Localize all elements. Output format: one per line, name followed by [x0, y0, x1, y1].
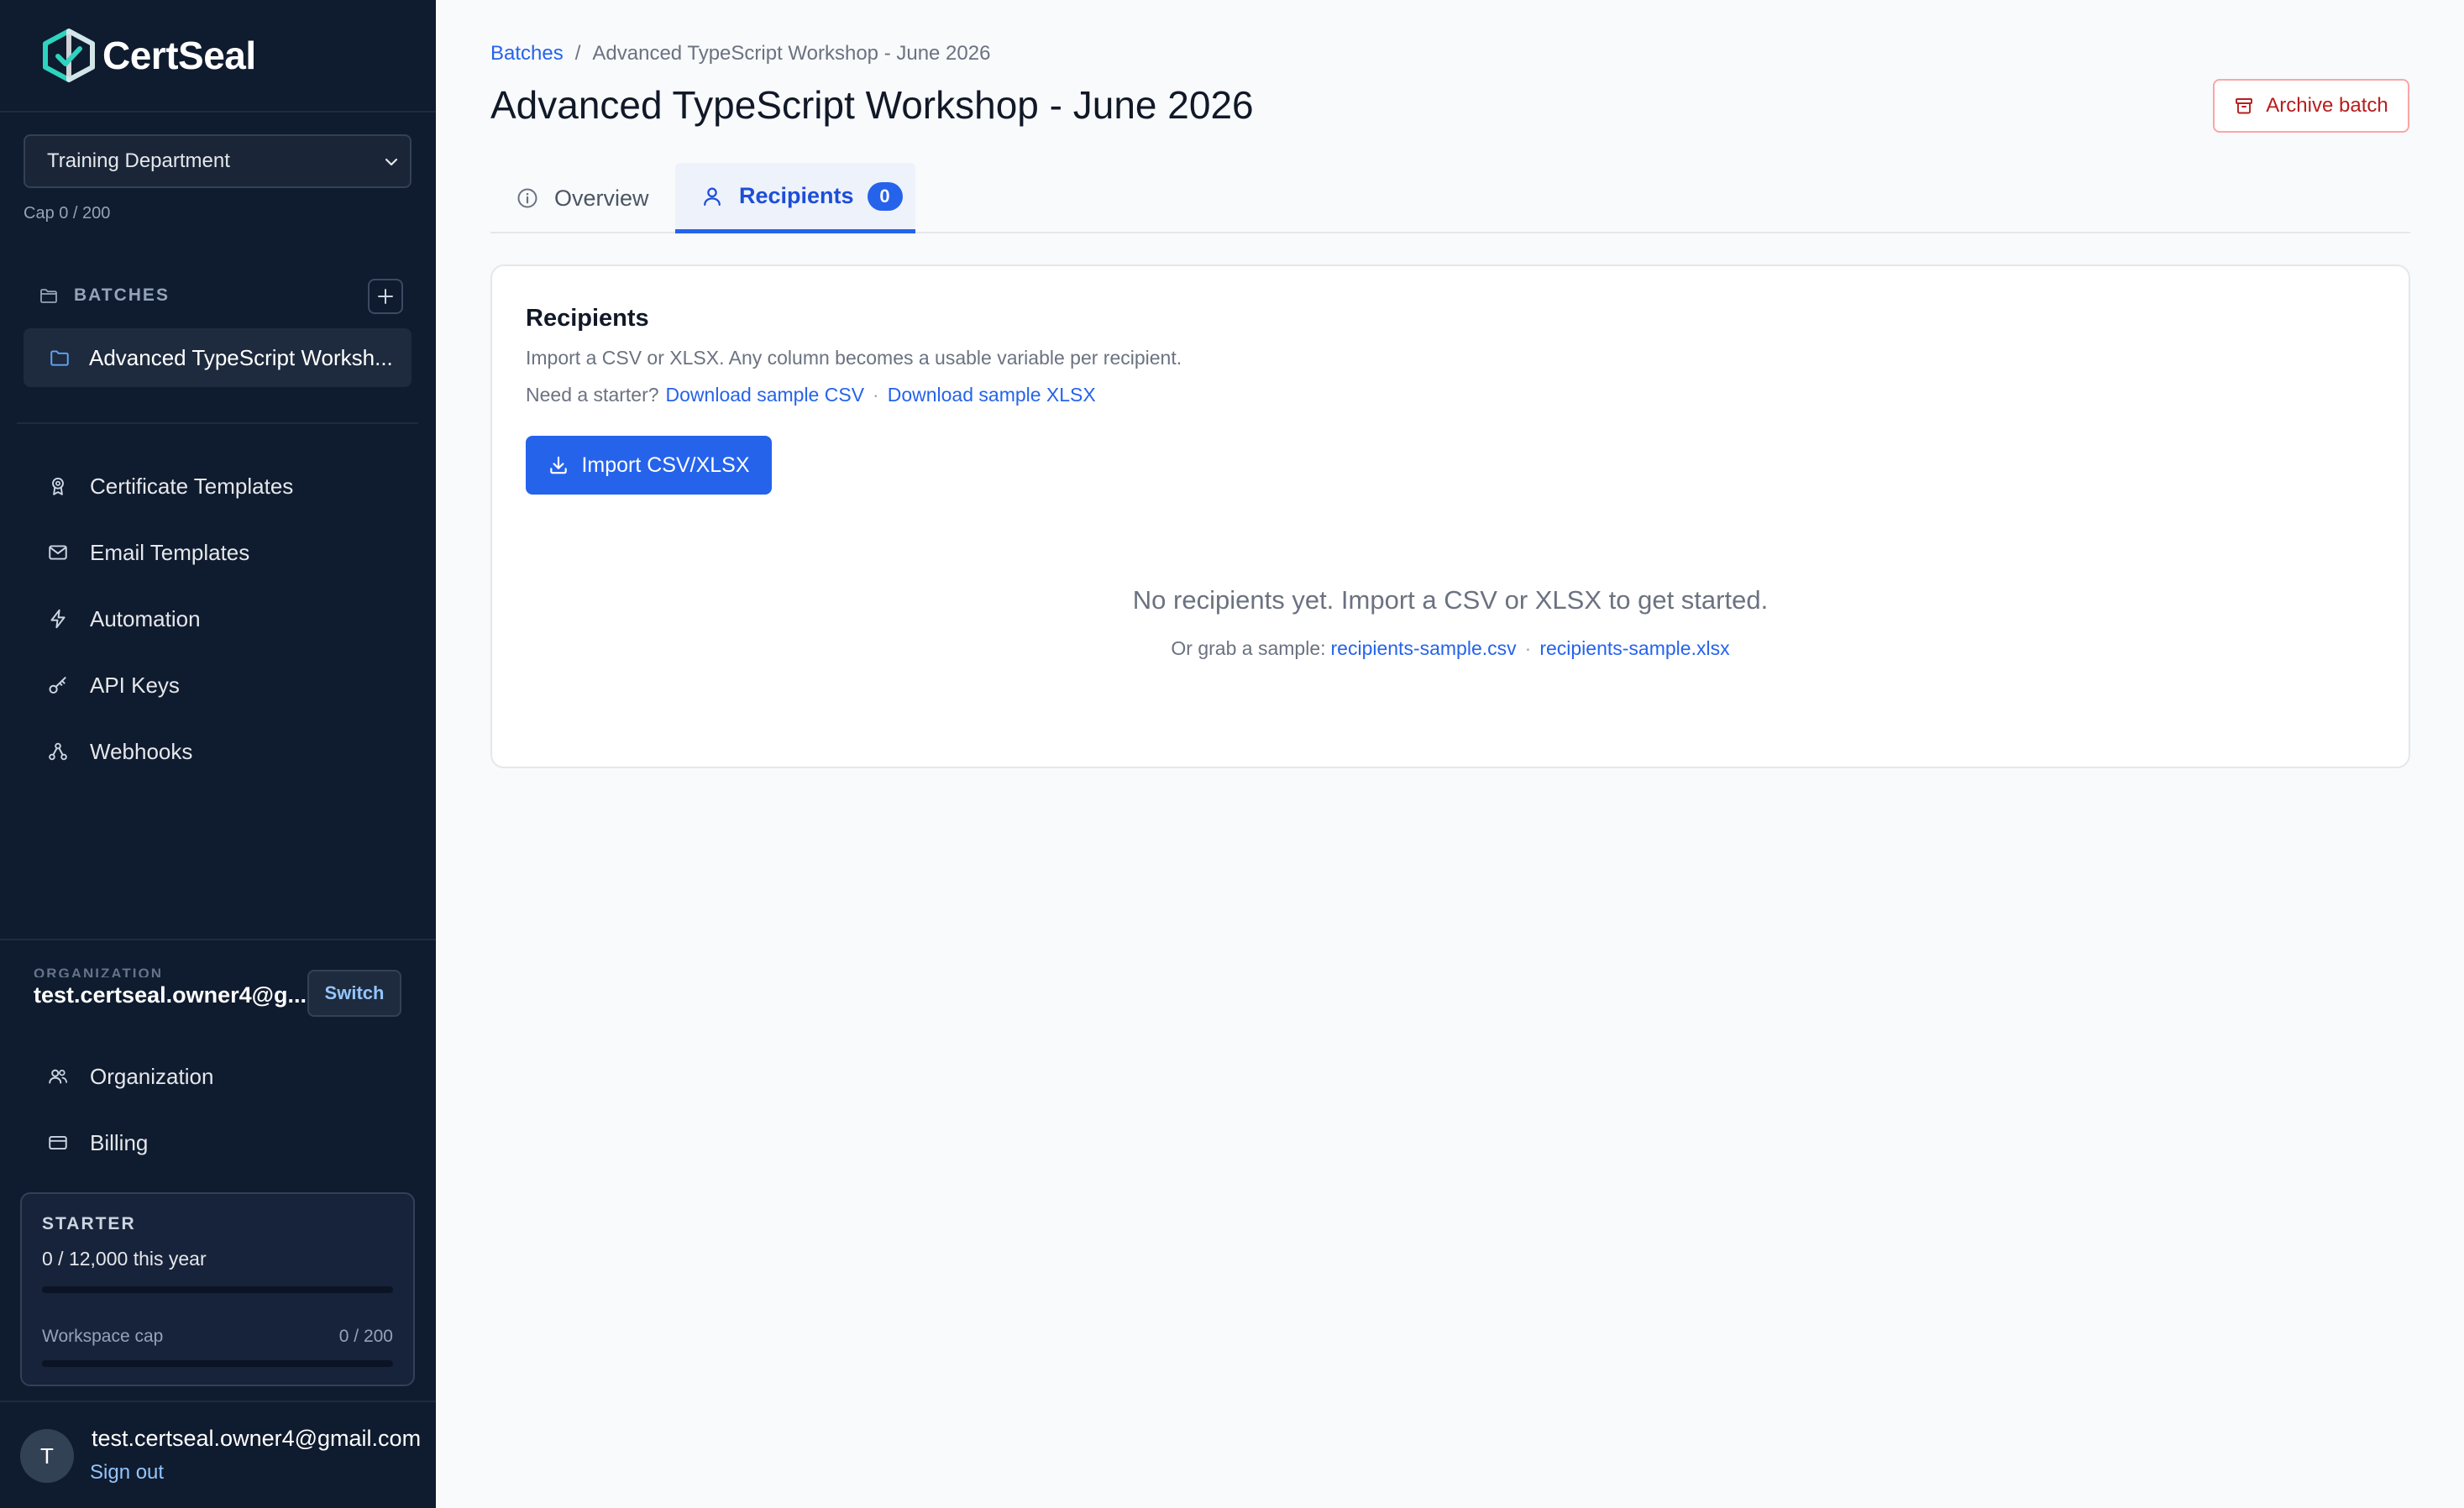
- add-batch-button[interactable]: [368, 279, 403, 314]
- archive-icon: [2236, 98, 2253, 114]
- lightning-icon: [50, 609, 66, 629]
- certseal-logo-icon: [43, 29, 95, 82]
- sidebar-item-label: Email Templates: [90, 539, 250, 565]
- sidebar-item-label: Automation: [90, 605, 201, 631]
- plan-name: STARTER: [42, 1214, 136, 1233]
- breadcrumb: Batches / Advanced TypeScript Workshop -…: [490, 42, 990, 65]
- webhook-icon: [49, 742, 67, 761]
- sample-download-row: Need a starter? Download sample CSV · Do…: [526, 384, 1096, 406]
- sidebar-divider: [0, 1401, 436, 1402]
- key-icon: [49, 677, 66, 694]
- recipients-card: Recipients Import a CSV or XLSX. Any col…: [490, 264, 2410, 768]
- organization-label: ORGANIZATION: [34, 966, 164, 977]
- app-name: CertSeal: [102, 34, 256, 77]
- sidebar-item-webhooks[interactable]: Webhooks: [47, 732, 192, 771]
- tab-recipients[interactable]: Recipients 0: [675, 163, 915, 233]
- recipients-sample-csv-link[interactable]: recipients-sample.csv: [1331, 637, 1517, 660]
- sidebar-divider: [17, 422, 418, 424]
- workspace-cap-value: 0 / 200: [338, 1327, 393, 1346]
- batches-header-label: BATCHES: [74, 285, 170, 305]
- credit-card-icon: [49, 1135, 67, 1150]
- recipients-count-badge: 0: [867, 181, 903, 211]
- award-icon: [52, 477, 64, 495]
- folder-icon: [40, 289, 57, 303]
- empty-state-prefix: Or grab a sample:: [1171, 637, 1326, 659]
- download-icon: [550, 456, 568, 474]
- archive-batch-label: Archive batch: [2266, 94, 2388, 117]
- empty-state-title: No recipients yet. Import a CSV or XLSX …: [1132, 585, 1769, 615]
- sidebar-item-api-keys[interactable]: API Keys: [47, 666, 180, 704]
- mail-icon: [49, 545, 67, 560]
- sign-out-link[interactable]: Sign out: [90, 1461, 164, 1484]
- batch-tabs: Overview Recipients 0: [490, 163, 2410, 233]
- archive-batch-button[interactable]: Archive batch: [2213, 79, 2409, 133]
- batch-item-label: Advanced TypeScript Worksh...: [89, 344, 393, 370]
- switch-organization-button[interactable]: Switch: [307, 970, 401, 1017]
- sidebar-divider: [0, 939, 436, 940]
- tab-overview-label: Overview: [554, 185, 649, 211]
- sample-download-prefix: Need a starter?: [526, 384, 659, 406]
- breadcrumb-current: Advanced TypeScript Workshop - June 2026: [592, 42, 991, 65]
- sidebar-item-label: API Keys: [90, 672, 180, 698]
- breadcrumb-batches-link[interactable]: Batches: [490, 42, 564, 65]
- recipients-sample-xlsx-link[interactable]: recipients-sample.xlsx: [1539, 637, 1729, 660]
- sidebar-item-label: Organization: [90, 1063, 214, 1089]
- sidebar-item-automation[interactable]: Automation: [47, 600, 201, 638]
- sidebar-divider: [0, 111, 436, 113]
- plan-usage-progress: [42, 1286, 393, 1293]
- user-icon: [704, 187, 721, 206]
- download-sample-xlsx-link[interactable]: Download sample XLSX: [888, 384, 1096, 406]
- plan-usage-card: STARTER 0 / 12,000 this year Workspace c…: [20, 1192, 415, 1386]
- avatar[interactable]: T: [20, 1429, 74, 1483]
- import-button-label: Import CSV/XLSX: [581, 453, 750, 477]
- sidebar-item-email-templates[interactable]: Email Templates: [47, 533, 249, 572]
- info-icon: [517, 188, 537, 208]
- tab-overview[interactable]: Overview: [516, 163, 649, 233]
- link-separator: ·: [1524, 637, 1532, 659]
- download-sample-csv-link[interactable]: Download sample CSV: [666, 384, 865, 406]
- breadcrumb-separator: /: [574, 42, 581, 65]
- plan-usage-text: 0 / 12,000 this year: [42, 1248, 207, 1270]
- workspace-cap-text: Cap 0 / 200: [24, 204, 111, 223]
- recipients-card-title: Recipients: [526, 305, 649, 332]
- sidebar-item-billing[interactable]: Billing: [47, 1123, 148, 1162]
- empty-state-samples: Or grab a sample: recipients-sample.csv …: [492, 637, 2409, 660]
- user-email: test.certseal.owner4@gmail.com: [92, 1426, 422, 1451]
- batch-item-advanced-typescript[interactable]: Advanced TypeScript Worksh...: [24, 328, 412, 387]
- tab-recipients-label: Recipients: [739, 183, 854, 208]
- sidebar: CertSeal Training Department Cap 0 / 200…: [0, 0, 436, 1508]
- batches-header: BATCHES: [39, 280, 170, 311]
- folder-icon: [50, 350, 69, 366]
- page-title: Advanced TypeScript Workshop - June 2026: [490, 83, 1254, 127]
- workspace-select[interactable]: Training Department: [24, 134, 412, 188]
- sidebar-item-label: Certificate Templates: [90, 473, 294, 499]
- workspace-select-value: Training Department: [47, 149, 230, 172]
- users-icon: [49, 1069, 67, 1084]
- link-separator: ·: [873, 384, 879, 406]
- organization-name: test.certseal.owner4@g...: [34, 982, 307, 1008]
- workspace-cap-progress: [42, 1360, 393, 1367]
- plus-icon: [378, 289, 393, 304]
- import-csv-xlsx-button[interactable]: Import CSV/XLSX: [526, 436, 772, 495]
- chevron-down-icon: [385, 158, 398, 166]
- workspace-cap-label: Workspace cap: [42, 1327, 164, 1346]
- sidebar-item-certificate-templates[interactable]: Certificate Templates: [47, 467, 293, 505]
- sidebar-item-organization[interactable]: Organization: [47, 1057, 213, 1096]
- sidebar-item-label: Webhooks: [90, 738, 193, 764]
- recipients-card-description: Import a CSV or XLSX. Any column becomes…: [526, 347, 1182, 369]
- sidebar-item-label: Billing: [90, 1129, 149, 1155]
- app-logo[interactable]: CertSeal: [40, 29, 256, 82]
